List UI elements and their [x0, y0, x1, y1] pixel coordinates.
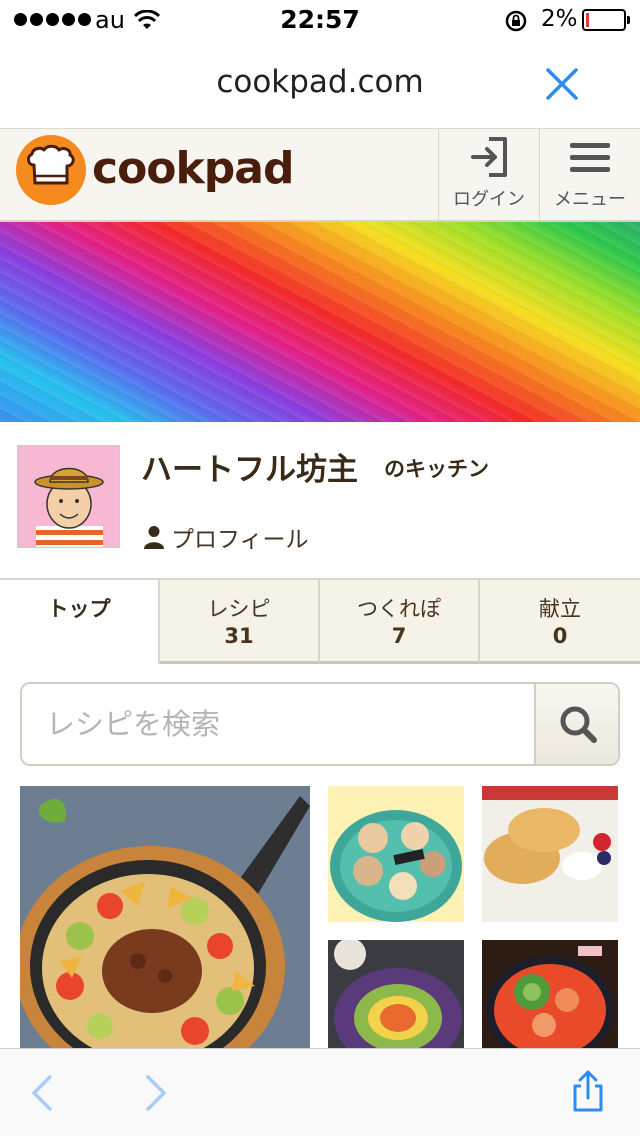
recipe-thumbnail-salad[interactable] [328, 940, 464, 1048]
chef-hat-logo-icon[interactable] [16, 135, 86, 205]
recipe-thumbnail-pancakes[interactable] [482, 786, 618, 922]
hamburger-menu-icon [570, 143, 610, 172]
login-button[interactable]: ログイン [438, 129, 538, 221]
tab-kondate[interactable]: 献立 0 [480, 580, 640, 664]
profile-link-label: プロフィール [171, 527, 309, 553]
tab-tsukurepo[interactable]: つくれぽ 7 [320, 580, 480, 664]
login-label: ログイン [453, 189, 525, 210]
share-icon[interactable] [566, 1069, 610, 1113]
recipe-thumbnail-cupcakes[interactable] [328, 786, 464, 922]
cookpad-logo-text[interactable]: cookpad [92, 143, 294, 194]
back-arrow-icon[interactable] [22, 1071, 66, 1115]
browser-toolbar [0, 1048, 640, 1136]
kitchen-profile: ハートフル坊主 のキッチン プロフィール [0, 422, 640, 578]
tab-label: トップ [47, 597, 111, 621]
search-icon [560, 706, 597, 743]
login-icon [471, 137, 507, 177]
search-input[interactable] [22, 684, 536, 764]
kitchen-banner-image [0, 222, 640, 422]
status-bar: au 22:57 2% [0, 0, 640, 40]
tab-label: 献立 [539, 597, 581, 621]
forward-arrow-icon[interactable] [132, 1071, 176, 1115]
person-icon [144, 526, 164, 549]
recipe-thumbnail-taco-rice[interactable] [20, 786, 310, 1048]
close-icon[interactable] [542, 64, 582, 104]
profile-link[interactable]: プロフィール [143, 520, 309, 554]
kitchen-tabs: トップ レシピ 31 つくれぽ 7 献立 0 [0, 578, 640, 664]
tab-count: 31 [224, 624, 254, 648]
menu-label: メニュー [554, 189, 626, 210]
site-header: cookpad ログイン メニュー [0, 128, 640, 222]
recipe-thumbnail-sushi-bowl[interactable] [482, 940, 618, 1048]
tab-label: レシピ [207, 597, 271, 621]
tab-count: 7 [391, 624, 407, 648]
recipe-search [20, 682, 620, 766]
avatar[interactable] [17, 445, 120, 548]
battery-icon [582, 9, 630, 31]
battery-percent: 2% [541, 6, 578, 32]
rotation-lock-icon [505, 10, 527, 32]
search-button[interactable] [534, 684, 618, 764]
kitchen-suffix: のキッチン [384, 457, 489, 481]
menu-button[interactable]: メニュー [539, 129, 639, 221]
tab-top[interactable]: トップ [0, 580, 160, 664]
tab-recipes[interactable]: レシピ 31 [160, 580, 320, 664]
tab-count: 0 [552, 624, 568, 648]
tab-label: つくれぽ [357, 597, 441, 621]
kitchen-owner-name: ハートフル坊主 [141, 452, 358, 488]
